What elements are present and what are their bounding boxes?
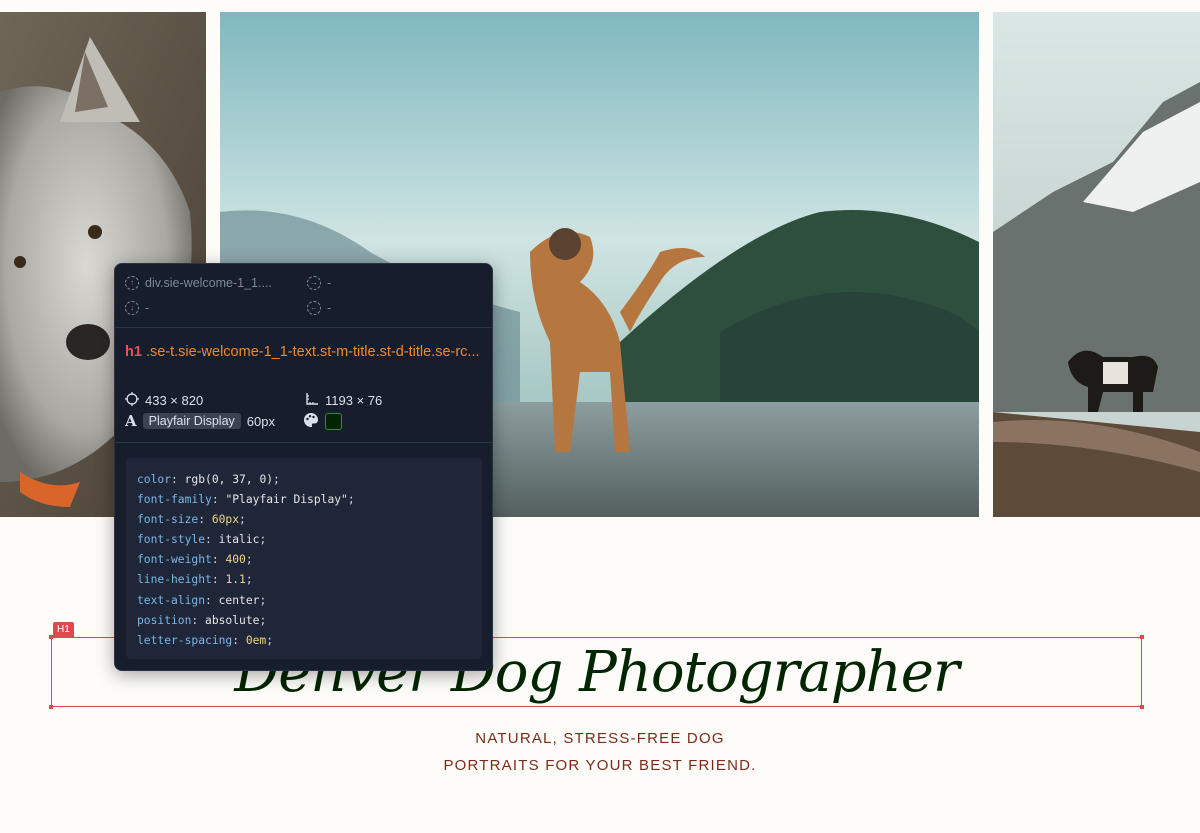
css-value: 0em: [245, 633, 267, 647]
css-value: rgb(0, 37, 0): [184, 473, 274, 486]
arrow-right-icon: →: [307, 276, 321, 290]
crosshair-icon: [125, 392, 139, 409]
css-line: font-style: italic;: [137, 533, 267, 547]
css-line: color: rgb(0, 37, 0);: [137, 473, 280, 486]
parent-label: div.sie-welcome-1_1....: [145, 276, 272, 290]
css-prop: line-height: [137, 573, 212, 587]
css-line: text-align: center;: [137, 593, 267, 607]
css-value: center: [218, 593, 260, 607]
css-line: font-family: "Playfair Display";: [137, 493, 355, 507]
next-sibling-label: -: [327, 276, 332, 290]
css-value: italic: [218, 533, 260, 547]
subtitle-line-1: NATURAL, STRESS-FREE DOG: [475, 730, 725, 747]
css-value: "Playfair Display": [225, 493, 348, 507]
css-prop: color: [137, 473, 172, 486]
arrow-up-icon: ↑: [125, 276, 139, 290]
color-info: [303, 412, 342, 431]
palette-icon: [303, 412, 319, 431]
parent-nav[interactable]: ↑ div.sie-welcome-1_1....: [125, 276, 272, 290]
css-line: font-size: 60px;: [137, 513, 246, 527]
position-value: 433 × 820: [145, 393, 204, 408]
arrow-down-icon: ↓: [125, 301, 139, 315]
divider: [115, 327, 492, 328]
divider: [115, 442, 492, 443]
ruler-icon: [305, 392, 319, 409]
selection-handle[interactable]: [1140, 635, 1144, 639]
arrow-left-icon: ←: [307, 301, 321, 315]
prev-sibling-label: -: [327, 301, 332, 315]
css-prop: letter-spacing: [137, 633, 233, 647]
font-icon: A: [125, 412, 137, 430]
css-prop: font-style: [137, 533, 206, 547]
css-line: position: absolute;: [137, 613, 267, 627]
css-line: font-weight: 400;: [137, 553, 253, 567]
size-info: 1193 × 76: [305, 392, 382, 409]
element-tag: h1: [125, 344, 142, 360]
font-name-chip: Playfair Display: [142, 413, 241, 429]
css-value: 1.1: [225, 573, 246, 587]
child-label: -: [145, 301, 150, 315]
css-line: letter-spacing: 0em;: [137, 633, 274, 647]
font-info: A Playfair Display 60px: [125, 412, 275, 430]
subtitle-line-2: PORTRAITS FOR YOUR BEST FRIEND.: [443, 757, 757, 774]
selection-handle[interactable]: [49, 705, 53, 709]
selection-tag: H1: [53, 622, 74, 637]
css-prop: position: [137, 613, 192, 627]
css-line: line-height: 1.1;: [137, 573, 253, 587]
prev-sibling-nav[interactable]: ← -: [307, 301, 331, 315]
selection-handle[interactable]: [49, 635, 53, 639]
element-class: .se-t.sie-welcome-1_1-text.st-m-title.st…: [145, 344, 480, 360]
photo-ledge-dog: [993, 12, 1200, 517]
color-swatch[interactable]: [325, 413, 342, 430]
css-prop: font-weight: [137, 553, 212, 567]
css-prop: font-family: [137, 493, 212, 507]
css-value: absolute: [205, 613, 260, 627]
font-size-value: 60px: [246, 413, 275, 429]
child-nav[interactable]: ↓ -: [125, 301, 149, 315]
inspector-panel: ↑ div.sie-welcome-1_1.... → - ↓ - ← - h1…: [114, 263, 493, 671]
size-value: 1193 × 76: [325, 393, 383, 408]
selection-handle[interactable]: [1140, 705, 1144, 709]
css-value: 400: [225, 553, 246, 567]
element-selector: h1 .se-t.sie-welcome-1_1-text.st-m-title…: [125, 342, 487, 363]
position-info: 433 × 820: [125, 392, 203, 409]
css-properties: color: rgb(0, 37, 0); font-family: "Playf…: [126, 458, 482, 659]
css-prop: font-size: [137, 513, 199, 527]
css-prop: text-align: [137, 593, 206, 607]
next-sibling-nav[interactable]: → -: [307, 276, 331, 290]
css-value: 60px: [211, 513, 240, 527]
